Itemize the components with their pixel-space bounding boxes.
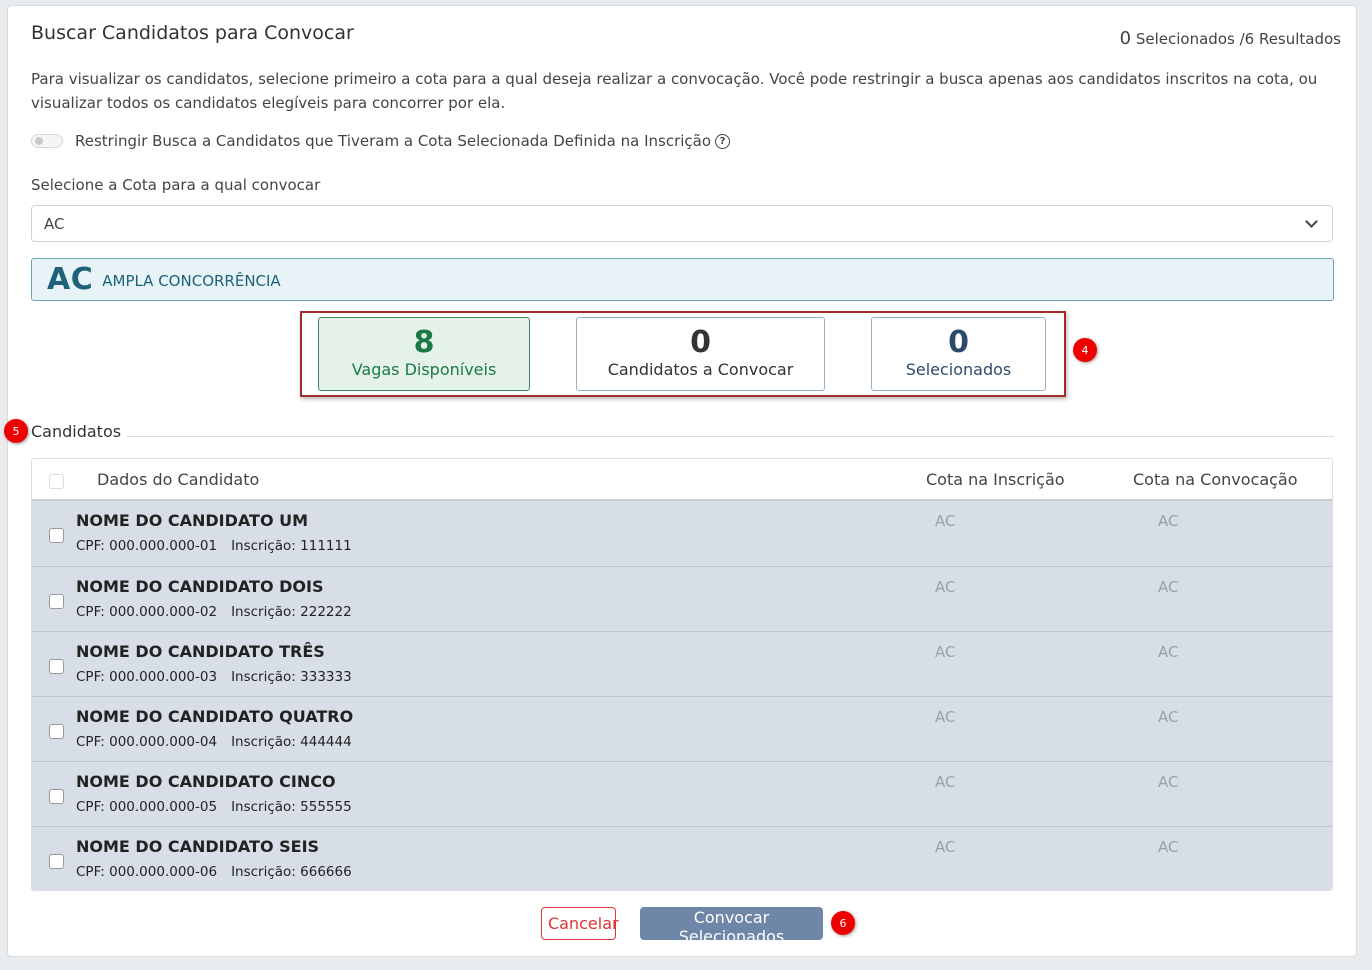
cota-convocacao-cell: AC [1158, 512, 1179, 530]
candidate-meta: CPF: 000.000.000-02 Inscrição: 222222 [76, 604, 366, 620]
candidate-cpf: CPF: 000.000.000-02 [76, 604, 218, 620]
cota-convocacao-cell: AC [1158, 578, 1179, 596]
stat-selecionados-label: Selecionados [905, 360, 1012, 379]
stat-candidatos-label: Candidatos a Convocar [607, 360, 794, 379]
candidate-meta: CPF: 000.000.000-04 Inscrição: 444444 [76, 734, 366, 750]
stats-highlight-box: 8 Vagas Disponíveis 0 Candidatos a Convo… [300, 311, 1066, 397]
table-row: NOME DO CANDIDATO CINCO CPF: 000.000.000… [32, 761, 1332, 826]
table-row: NOME DO CANDIDATO UM CPF: 000.000.000-01… [32, 501, 1332, 566]
candidate-inscricao: Inscrição: 666666 [231, 864, 352, 880]
section-divider [127, 436, 1334, 437]
stat-vagas-label: Vagas Disponíveis [351, 360, 497, 379]
description-text: Para visualizar os candidatos, selecione… [31, 70, 1318, 112]
table-row: NOME DO CANDIDATO SEIS CPF: 000.000.000-… [32, 826, 1332, 890]
convocar-selecionados-button[interactable]: Convocar Selecionados [640, 907, 823, 946]
stat-selecionados-value: 0 [948, 325, 969, 360]
cota-inscricao-cell: AC [935, 773, 956, 791]
step-badge-stats: 4 [1073, 338, 1097, 362]
step-badge-section: 5 [4, 419, 28, 443]
candidate-meta: CPF: 000.000.000-01 Inscrição: 111111 [76, 538, 366, 554]
candidate-name: NOME DO CANDIDATO TRÊS [76, 642, 325, 661]
header-cota-inscricao: Cota na Inscrição [926, 470, 1065, 489]
page-title: Buscar Candidatos para Convocar [31, 22, 354, 44]
restrict-search-row: Restringir Busca a Candidatos que Tivera… [31, 132, 731, 150]
candidate-inscricao: Inscrição: 555555 [231, 799, 352, 815]
table-row: NOME DO CANDIDATO DOIS CPF: 000.000.000-… [32, 566, 1332, 631]
quota-code: AC [47, 262, 94, 297]
candidate-meta: CPF: 000.000.000-06 Inscrição: 666666 [76, 864, 366, 880]
quota-banner: AC AMPLA CONCORRÊNCIA [31, 258, 1334, 301]
candidate-meta: CPF: 000.000.000-05 Inscrição: 555555 [76, 799, 366, 815]
results-label: Selecionados /6 Resultados [1135, 30, 1341, 48]
cota-inscricao-cell: AC [935, 512, 956, 530]
help-icon[interactable]: ? [715, 133, 731, 149]
quota-select[interactable]: AC [31, 205, 1333, 242]
row-checkbox[interactable] [49, 659, 64, 674]
cota-convocacao-cell: AC [1158, 838, 1179, 856]
candidate-cpf: CPF: 000.000.000-04 [76, 734, 218, 750]
row-checkbox[interactable] [49, 528, 64, 543]
candidate-name: NOME DO CANDIDATO CINCO [76, 772, 336, 791]
quota-name: AMPLA CONCORRÊNCIA [102, 272, 281, 290]
header-cota-convocacao: Cota na Convocação [1133, 470, 1298, 489]
candidate-inscricao: Inscrição: 222222 [231, 604, 352, 620]
candidate-inscricao: Inscrição: 333333 [231, 669, 352, 685]
candidates-table: Dados do Candidato Cota na Inscrição Cot… [31, 458, 1333, 891]
stat-selecionados: 0 Selecionados [871, 317, 1046, 391]
chevron-down-icon [1305, 214, 1318, 228]
candidate-inscricao: Inscrição: 444444 [231, 734, 352, 750]
stat-vagas-disponiveis: 8 Vagas Disponíveis [318, 317, 530, 391]
candidate-cpf: CPF: 000.000.000-01 [76, 538, 218, 554]
cota-inscricao-cell: AC [935, 578, 956, 596]
quota-select-label: Selecione a Cota para a qual convocar [31, 176, 321, 194]
cota-inscricao-cell: AC [935, 643, 956, 661]
cancel-button[interactable]: Cancelar [541, 907, 619, 940]
header-dados: Dados do Candidato [97, 470, 260, 489]
candidate-cpf: CPF: 000.000.000-05 [76, 799, 218, 815]
candidate-name: NOME DO CANDIDATO UM [76, 511, 309, 530]
row-checkbox[interactable] [49, 724, 64, 739]
candidate-cpf: CPF: 000.000.000-06 [76, 864, 218, 880]
row-checkbox[interactable] [49, 854, 64, 869]
candidate-name: NOME DO CANDIDATO QUATRO [76, 707, 354, 726]
select-all-checkbox[interactable] [49, 474, 64, 489]
cota-convocacao-cell: AC [1158, 708, 1179, 726]
stat-vagas-value: 8 [413, 325, 435, 360]
stat-candidatos-value: 0 [690, 325, 711, 360]
row-checkbox[interactable] [49, 789, 64, 804]
cota-convocacao-cell: AC [1158, 773, 1179, 791]
table-body: NOME DO CANDIDATO UM CPF: 000.000.000-01… [32, 501, 1332, 890]
quota-select-value: AC [44, 214, 65, 233]
stat-candidatos-a-convocar: 0 Candidatos a Convocar [576, 317, 825, 391]
section-title-candidatos: Candidatos [31, 422, 122, 441]
row-checkbox[interactable] [49, 594, 64, 609]
cota-inscricao-cell: AC [935, 708, 956, 726]
candidate-name: NOME DO CANDIDATO SEIS [76, 837, 320, 856]
cota-convocacao-cell: AC [1158, 643, 1179, 661]
candidate-name: NOME DO CANDIDATO DOIS [76, 577, 324, 596]
restrict-search-toggle[interactable] [31, 134, 63, 148]
table-row: NOME DO CANDIDATO QUATRO CPF: 000.000.00… [32, 696, 1332, 761]
table-row: NOME DO CANDIDATO TRÊS CPF: 000.000.000-… [32, 631, 1332, 696]
candidate-cpf: CPF: 000.000.000-03 [76, 669, 218, 685]
results-counter: 0 Selecionados /6 Resultados [1120, 28, 1341, 49]
selected-count: 0 [1119, 28, 1132, 49]
candidate-inscricao: Inscrição: 111111 [231, 538, 352, 554]
cota-inscricao-cell: AC [935, 838, 956, 856]
candidate-meta: CPF: 000.000.000-03 Inscrição: 333333 [76, 669, 366, 685]
restrict-search-label: Restringir Busca a Candidatos que Tivera… [75, 132, 712, 150]
step-badge-actions: 6 [831, 911, 855, 935]
table-header: Dados do Candidato Cota na Inscrição Cot… [32, 459, 1332, 501]
